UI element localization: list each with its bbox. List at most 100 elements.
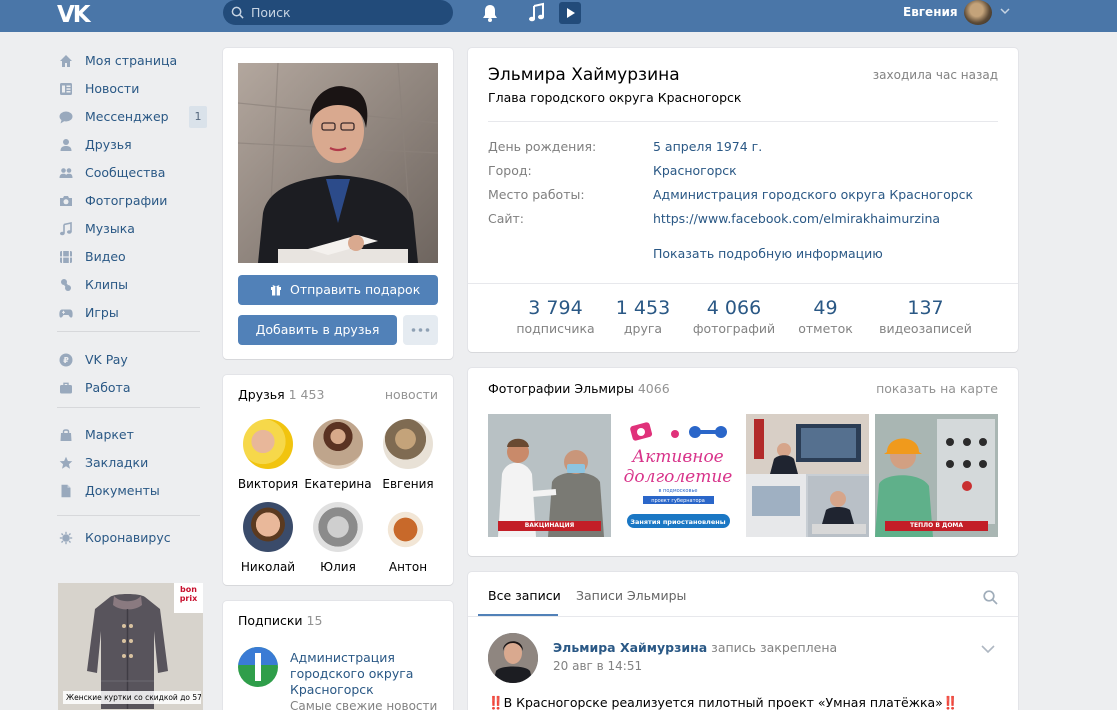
friends-news-link[interactable]: новости	[385, 387, 438, 402]
top-bar: VK Поиск Евгения	[0, 0, 1117, 32]
music-note-icon[interactable]	[526, 2, 548, 24]
friend-name: Юлия	[320, 560, 356, 574]
menu-separator	[57, 515, 200, 516]
counter-photos[interactable]: 4 066 фотографий	[688, 297, 780, 336]
tab-all-posts[interactable]: Все записи	[488, 588, 561, 603]
menu-item-my-page[interactable]: Моя страница	[57, 50, 207, 72]
add-friend-button[interactable]: Добавить в друзья	[238, 315, 397, 345]
subscription-avatar[interactable]	[238, 647, 278, 687]
subscription-name[interactable]: Администрация городского округа Красного…	[290, 650, 440, 698]
photos-title: Фотографии Эльмиры	[488, 381, 634, 396]
friend-item[interactable]: Екатерина	[303, 419, 373, 491]
friend-item[interactable]: Николай	[233, 502, 303, 574]
divider	[468, 283, 1018, 284]
photo-vaccination-image	[488, 414, 611, 537]
photo-tile[interactable]	[746, 414, 869, 537]
menu-item-video[interactable]: Видео	[57, 246, 207, 268]
more-dots-icon	[411, 328, 430, 332]
friend-item[interactable]: Антон	[373, 502, 443, 574]
counter-number: 137	[907, 297, 944, 319]
profile-info-card: Эльмира Хаймурзина Глава городского окру…	[468, 48, 1018, 352]
profile-avatar[interactable]	[238, 63, 438, 263]
menu-item-messenger[interactable]: Мессенджер 1	[57, 106, 207, 128]
menu-item-market[interactable]: Маркет	[57, 424, 207, 446]
info-value[interactable]: 5 апреля 1974 г.	[653, 139, 762, 154]
photos-count: 4066	[637, 381, 670, 396]
play-icon[interactable]	[559, 2, 581, 24]
menu-item-label: Маркет	[85, 427, 134, 442]
menu-item-games[interactable]: Игры	[57, 302, 207, 324]
post-author-name[interactable]: Эльмира Хаймурзина	[553, 640, 707, 655]
menu-item-coronavirus[interactable]: Коронавирус	[57, 527, 207, 549]
photo-meeting-image	[746, 414, 869, 537]
messenger-unread-badge: 1	[189, 106, 207, 128]
search-bar[interactable]: Поиск	[223, 0, 453, 25]
menu-item-documents[interactable]: Документы	[57, 480, 207, 502]
photos-header[interactable]: Фотографии Эльмиры 4066	[488, 381, 670, 396]
menu-item-music[interactable]: Музыка	[57, 218, 207, 240]
menu-item-photos[interactable]: Фотографии	[57, 190, 207, 212]
current-user-avatar[interactable]	[964, 0, 992, 25]
friend-avatar	[313, 419, 363, 469]
photo-tile[interactable]: Активное долголетие в подмосковье проект…	[617, 414, 740, 537]
chevron-down-icon[interactable]	[1000, 7, 1010, 15]
menu-item-friends[interactable]: Друзья	[57, 134, 207, 156]
counter-label: друга	[623, 321, 663, 336]
send-gift-button[interactable]: Отправить подарок	[238, 275, 438, 305]
photo-tile[interactable]: ТЕПЛО В ДОМА	[875, 414, 998, 537]
info-value[interactable]: Администрация городского округа Красного…	[653, 187, 973, 202]
menu-item-clips[interactable]: Клипы	[57, 274, 207, 296]
friend-avatar	[383, 502, 433, 552]
show-more-info-link[interactable]: Показать подробную информацию	[653, 246, 883, 261]
photo-tag: ТЕПЛО В ДОМА	[885, 521, 988, 531]
search-icon[interactable]	[983, 590, 998, 605]
menu-item-label: Коронавирус	[85, 530, 171, 545]
show-on-map-link[interactable]: показать на карте	[876, 381, 998, 396]
info-value[interactable]: Красногорск	[653, 163, 737, 178]
menu-item-label: Фотографии	[85, 193, 168, 208]
menu-item-label: Друзья	[85, 137, 132, 152]
menu-item-work[interactable]: Работа	[57, 377, 207, 399]
friends-header[interactable]: Друзья 1 453	[238, 387, 324, 402]
bag-icon	[60, 429, 72, 441]
advertisement-banner[interactable]: bon prix Женские куртки со скидкой до 57…	[58, 583, 203, 710]
ad-brand-logo: bon prix	[174, 583, 203, 613]
photo-active-longevity-image: Активное долголетие в подмосковье проект…	[617, 414, 740, 537]
info-value[interactable]: https://www.facebook.com/elmirakhaimurzi…	[653, 211, 940, 226]
bell-icon[interactable]	[479, 2, 501, 24]
tab-owner-posts[interactable]: Записи Эльмиры	[576, 588, 686, 603]
menu-item-label: Игры	[85, 305, 119, 320]
menu-item-label: Видео	[85, 249, 126, 264]
counter-videos[interactable]: 137 видеозаписей	[873, 297, 978, 336]
photo-tag: Занятия приостановлены	[630, 518, 725, 526]
subscriptions-count: 15	[306, 613, 323, 628]
friend-item[interactable]: Виктория	[233, 419, 303, 491]
menu-item-news[interactable]: Новости	[57, 78, 207, 100]
menu-item-bookmarks[interactable]: Закладки	[57, 452, 207, 474]
menu-separator	[57, 331, 200, 332]
divider	[488, 121, 998, 122]
friends-icon	[60, 139, 72, 151]
counter-friends[interactable]: 1 453 друга	[603, 297, 683, 336]
photo-tile[interactable]: ВАКЦИНАЦИЯ	[488, 414, 611, 537]
counter-followers[interactable]: 3 794 подписчика	[508, 297, 603, 336]
friend-avatar	[383, 419, 433, 469]
photos-card: Фотографии Эльмиры 4066 показать на карт…	[468, 368, 1018, 556]
subscriptions-header[interactable]: Подписки 15	[238, 613, 322, 628]
chevron-down-icon[interactable]	[981, 645, 995, 654]
friend-item[interactable]: Евгения	[373, 419, 443, 491]
counter-tags[interactable]: 49 отметок	[788, 297, 863, 336]
news-icon	[60, 83, 72, 95]
post-date[interactable]: 20 авг в 14:51	[553, 659, 642, 673]
search-input[interactable]: Поиск	[251, 5, 291, 20]
vk-logo-icon[interactable]: VK	[57, 2, 91, 28]
menu-item-vk-pay[interactable]: ₽ VK Pay	[57, 349, 207, 371]
friend-avatar	[243, 502, 293, 552]
current-user-name[interactable]: Евгения	[903, 5, 958, 19]
menu-item-communities[interactable]: Сообщества	[57, 162, 207, 184]
post-author-avatar-image	[488, 633, 538, 683]
friend-item[interactable]: Юлия	[303, 502, 373, 574]
post-author-avatar[interactable]	[488, 633, 538, 683]
more-actions-button[interactable]	[403, 315, 438, 345]
menu-item-label: Моя страница	[85, 53, 178, 68]
